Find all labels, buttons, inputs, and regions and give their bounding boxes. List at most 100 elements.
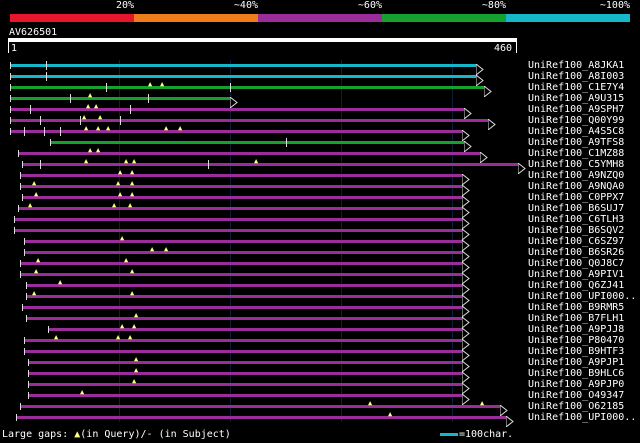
- alignment-bar: [14, 218, 462, 221]
- hit-label[interactable]: UniRef100_O49347: [528, 390, 624, 401]
- hit-start-tick: [14, 227, 15, 234]
- scale-band: [10, 14, 134, 22]
- hit-label[interactable]: UniRef100_C1MZ88: [528, 148, 624, 159]
- hit-row[interactable]: [8, 225, 526, 242]
- hit-row[interactable]: ▲ ▲: [8, 257, 526, 275]
- hit-start-tick: [14, 216, 15, 223]
- query-gap-marker-icon: ▲: [132, 157, 137, 165]
- hit-row[interactable]: ▲: [8, 356, 526, 374]
- hit-row[interactable]: [8, 346, 526, 363]
- hit-label[interactable]: UniRef100_A9NQA0: [528, 181, 624, 192]
- hit-label[interactable]: UniRef100_Q6ZJ41: [528, 280, 624, 291]
- hit-row[interactable]: [8, 214, 526, 231]
- hit-row[interactable]: ▲ ▲: [8, 400, 526, 418]
- hit-start-tick: [18, 150, 19, 157]
- alignment-bar: [22, 306, 462, 309]
- hit-start-tick: [20, 403, 21, 410]
- hit-start-tick: [28, 381, 29, 388]
- query-gap-marker-icon: ▲: [34, 267, 39, 275]
- hit-row[interactable]: ▲ ▲ ▲: [8, 179, 526, 198]
- hit-label[interactable]: UniRef100_B9HTF3: [528, 346, 624, 357]
- hit-label[interactable]: UniRef100_Q00Y99: [528, 115, 624, 126]
- alignment-bar: [10, 108, 464, 111]
- hit-row[interactable]: [8, 71, 526, 88]
- hit-label[interactable]: UniRef100_B6SUJ7: [528, 203, 624, 214]
- query-gap-marker-icon: ▲: [160, 80, 165, 88]
- hit-row[interactable]: ▲ ▲ ▲: [8, 333, 526, 352]
- alignment-bar: [16, 416, 506, 419]
- hit-label[interactable]: UniRef100_Q0J8C7: [528, 258, 624, 269]
- scale-label: 20%: [115, 0, 134, 11]
- alignment-bar: [50, 141, 464, 144]
- query-gap-marker-icon: ▲: [134, 366, 139, 374]
- hit-row[interactable]: [8, 60, 526, 77]
- subject-gap-marker: [60, 127, 61, 136]
- hit-label[interactable]: UniRef100_C0PPX7: [528, 192, 624, 203]
- hit-row[interactable]: ▲ ▲: [8, 267, 526, 286]
- hit-row[interactable]: ▲: [8, 279, 526, 297]
- subject-gap-marker: [286, 138, 287, 147]
- alignment-bar: [26, 317, 462, 320]
- scale-band: [382, 14, 506, 22]
- query-gap-marker-icon: ▲: [34, 190, 39, 198]
- hit-row[interactable]: ▲ ▲: [8, 323, 526, 341]
- hit-row[interactable]: ▲: [8, 366, 526, 385]
- alignment-bar: [26, 295, 462, 298]
- hit-label[interactable]: UniRef100_A9PJP0: [528, 379, 624, 390]
- query-gap-marker-icon: ▲: [98, 113, 103, 121]
- gap-legend: Large gaps: ▲(in Query)/- (in Subject): [2, 429, 231, 440]
- hit-label[interactable]: UniRef100_A4S5C8: [528, 126, 624, 137]
- hit-label[interactable]: UniRef100_A9TFS8: [528, 137, 624, 148]
- hit-label[interactable]: UniRef100_A9PJJ8: [528, 324, 624, 335]
- hit-label[interactable]: UniRef100_B7FLH1: [528, 313, 624, 324]
- subject-gap-marker: [230, 83, 231, 92]
- hit-label[interactable]: UniRef100_A9SPH7: [528, 104, 624, 115]
- hit-start-tick: [22, 194, 23, 201]
- hit-row[interactable]: ▲ ▲: [8, 169, 526, 187]
- query-gap-marker-icon: ▲: [118, 190, 123, 198]
- query-gap-marker-icon: ▲: [116, 333, 121, 341]
- hit-row[interactable]: ▲ ▲: [8, 246, 526, 264]
- hit-label[interactable]: UniRef100_C6TLH3: [528, 214, 624, 225]
- hit-label[interactable]: UniRef100_UPI000..: [528, 291, 636, 302]
- alignment-bar: [28, 383, 462, 386]
- hit-label[interactable]: UniRef100_C5YMH8: [528, 159, 624, 170]
- query-gap-marker-icon: ▲: [86, 102, 91, 110]
- alignment-bar: [20, 185, 462, 188]
- alignment-bar: [22, 196, 462, 199]
- hit-row[interactable]: ▲ ▲ ▲ ▲ ▲: [8, 125, 526, 143]
- hit-row[interactable]: ▲: [8, 378, 526, 396]
- hit-row[interactable]: ▲: [8, 411, 526, 429]
- hit-row[interactable]: ▲ ▲ ▲: [8, 190, 526, 209]
- hit-label[interactable]: UniRef100_B6SR26: [528, 247, 624, 258]
- hit-label[interactable]: UniRef100_A8I003: [528, 71, 624, 82]
- hit-label[interactable]: UniRef100_C1E7Y4: [528, 82, 624, 93]
- hit-row[interactable]: ▲: [8, 235, 526, 253]
- hit-label[interactable]: UniRef100_P80470: [528, 335, 624, 346]
- alignment-bar: [28, 394, 462, 397]
- hit-row[interactable]: ▲: [8, 389, 526, 407]
- query-gap-marker-icon: ▲: [130, 179, 135, 187]
- subject-gap-marker: [24, 127, 25, 136]
- hit-row[interactable]: ▲ ▲ ▲: [8, 202, 526, 220]
- hit-label[interactable]: UniRef100_A9PJP1: [528, 357, 624, 368]
- hit-label[interactable]: UniRef100_A9PIV1: [528, 269, 624, 280]
- hit-label[interactable]: UniRef100_A8JKA1: [528, 60, 624, 71]
- hit-row[interactable]: ▲: [8, 312, 526, 330]
- hit-label[interactable]: UniRef100_B9RMR5: [528, 302, 624, 313]
- hit-row[interactable]: [8, 137, 526, 154]
- hit-label[interactable]: UniRef100_UPI000..: [528, 412, 636, 423]
- hit-label[interactable]: UniRef100_B9HLC6: [528, 368, 624, 379]
- hit-label[interactable]: UniRef100_C6SZ97: [528, 236, 624, 247]
- hit-row[interactable]: [8, 302, 526, 319]
- hit-label[interactable]: UniRef100_A9NZQ0: [528, 170, 624, 181]
- hit-label[interactable]: UniRef100_B6SQV2: [528, 225, 624, 236]
- hit-row[interactable]: ▲ ▲: [8, 290, 526, 308]
- hit-start-tick: [22, 161, 23, 168]
- hit-row[interactable]: ▲ ▲: [8, 80, 526, 99]
- subject-gap-marker: [120, 116, 121, 125]
- hit-row[interactable]: ▲ ▲ ▲ ▲: [8, 157, 526, 176]
- query-gap-marker-icon: ▲: [130, 267, 135, 275]
- hit-label[interactable]: UniRef100_A9U315: [528, 93, 624, 104]
- hit-label[interactable]: UniRef100_O62185: [528, 401, 624, 412]
